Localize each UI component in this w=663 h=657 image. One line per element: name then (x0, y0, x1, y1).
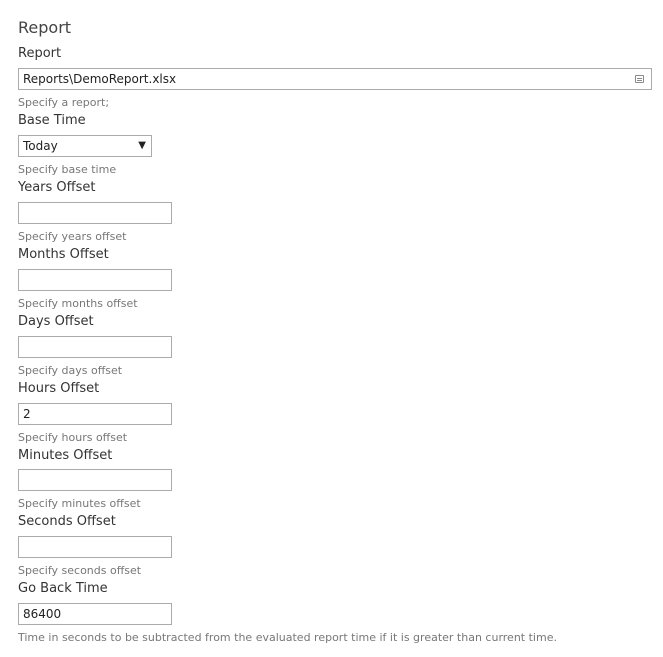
go-back-time-input[interactable]: 86400 (18, 603, 172, 625)
years-offset-hint: Specify years offset (18, 230, 127, 243)
report-label: Report (18, 46, 62, 61)
minutes-offset-input[interactable] (18, 469, 172, 491)
hours-offset-hint: Specify hours offset (18, 431, 128, 444)
report-hint: Specify a report; (18, 96, 110, 109)
base-time-hint: Specify base time (18, 163, 117, 176)
months-offset-hint: Specify months offset (18, 297, 138, 310)
report-input[interactable]: Reports\DemoReport.xlsx (18, 68, 652, 90)
years-offset-input[interactable] (18, 202, 172, 224)
go-back-time-hint: Time in seconds to be subtracted from th… (18, 631, 557, 644)
months-offset-label: Months Offset (18, 247, 109, 262)
base-time-select[interactable]: Today ▼ (18, 135, 152, 157)
section-title: Report (18, 18, 72, 37)
base-time-selected-value: Today (23, 139, 58, 153)
minutes-offset-label: Minutes Offset (18, 448, 113, 463)
days-offset-hint: Specify days offset (18, 364, 123, 377)
dropdown-arrow-icon: ▼ (138, 140, 146, 151)
base-time-label: Base Time (18, 113, 86, 128)
minutes-offset-hint: Specify minutes offset (18, 497, 141, 510)
hours-offset-label: Hours Offset (18, 381, 100, 396)
report-input-value: Reports\DemoReport.xlsx (23, 72, 177, 86)
days-offset-input[interactable] (18, 336, 172, 358)
years-offset-label: Years Offset (18, 180, 96, 195)
seconds-offset-hint: Specify seconds offset (18, 564, 142, 577)
months-offset-input[interactable] (18, 269, 172, 291)
days-offset-label: Days Offset (18, 314, 94, 329)
go-back-time-label: Go Back Time (18, 581, 108, 596)
seconds-offset-input[interactable] (18, 536, 172, 558)
hours-offset-input[interactable]: 2 (18, 403, 172, 425)
seconds-offset-label: Seconds Offset (18, 514, 116, 529)
browse-icon[interactable] (635, 75, 644, 83)
